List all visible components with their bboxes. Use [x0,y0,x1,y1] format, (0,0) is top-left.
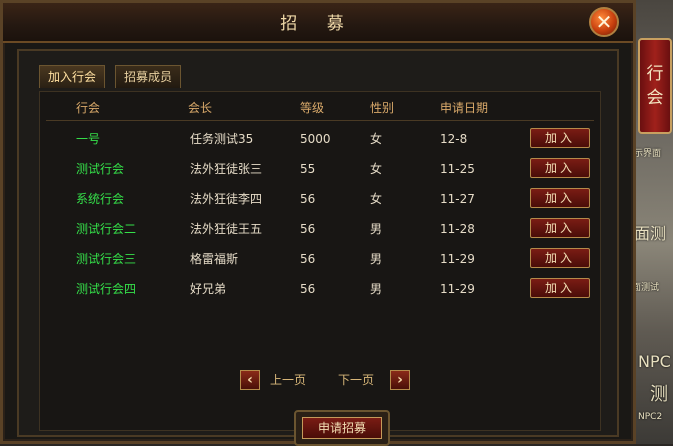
table-row: 测试行会二 法外狂徒王五 56 男 11-28 加入 [40,214,600,244]
scene-text-fragment: 面测试 [632,283,660,293]
tab-recruit-members[interactable]: 招募成员 [115,65,182,88]
leader-gender: 男 [370,282,383,296]
close-button[interactable]: ✕ [589,7,619,37]
guild-name: 一号 [76,132,101,146]
guild-name: 测试行会四 [76,282,137,296]
table-header: 行会 会长 等级 性别 申请日期 [40,98,600,118]
content-frame: 加入行会 招募成员 行会 会长 等级 性别 申请日期 一号 任务测试35 500… [17,49,619,446]
scene-text-fragment: 示界面 [634,149,662,159]
guild-level: 56 [300,222,316,236]
guild-level: 56 [300,192,316,206]
leader-gender: 女 [370,162,383,176]
table-row: 系统行会 法外狂徒李四 56 女 11-27 加入 [40,184,600,214]
leader-gender: 女 [370,132,383,146]
guild-name: 测试行会二 [76,222,137,236]
table-row: 测试行会三 格雷福斯 56 男 11-29 加入 [40,244,600,274]
scene-text-fragment: 面测 [634,224,667,243]
header-leader: 会长 [188,101,213,115]
leader-name: 格雷福斯 [190,252,239,266]
guild-level: 56 [300,282,316,296]
guild-name: 测试行会三 [76,252,137,266]
scene-text-fragment: 测 [650,384,668,405]
tab-join-guild[interactable]: 加入行会 [39,65,106,88]
npc-label: NPC [638,352,671,371]
header-gender: 性别 [370,101,395,115]
next-page-link[interactable]: 下一页 [338,370,374,390]
apply-recruit-button[interactable]: 申请招募 [302,417,382,439]
join-button[interactable]: 加入 [530,248,590,268]
recruit-window: 招 募 ✕ 加入行会 招募成员 行会 会长 等级 性别 申请日期 一号 任务测试… [0,0,636,446]
leader-name: 法外狂徒李四 [190,192,263,206]
apply-date: 12-8 [440,132,468,146]
guild-name: 测试行会 [76,162,125,176]
npc-label: NPC2 [638,412,663,422]
apply-date: 11-25 [440,162,475,176]
pagination: ‹ 上一页 下一页 › [40,370,600,394]
window-title: 招 募 [280,14,356,34]
prev-page-button[interactable]: ‹ [240,370,260,390]
header-divider [46,120,594,121]
title-bar[interactable]: 招 募 ✕ [3,3,633,43]
leader-name: 法外狂徒张三 [190,162,263,176]
table-row: 测试行会四 好兄弟 56 男 11-29 加入 [40,274,600,304]
leader-gender: 男 [370,222,383,236]
join-button[interactable]: 加入 [530,128,590,148]
header-guild: 行会 [76,101,101,115]
close-icon: ✕ [595,10,613,34]
apply-date: 11-29 [440,252,475,266]
join-button[interactable]: 加入 [530,158,590,178]
apply-date: 11-28 [440,222,475,236]
leader-name: 好兄弟 [190,282,227,296]
next-page-button[interactable]: › [390,370,410,390]
apply-date: 11-29 [440,282,475,296]
guild-list-panel: 行会 会长 等级 性别 申请日期 一号 任务测试35 5000 女 12-8 加… [39,91,601,446]
leader-name: 法外狂徒王五 [190,222,263,236]
leader-gender: 男 [370,252,383,266]
prev-page-link[interactable]: 上一页 [270,370,306,390]
apply-date: 11-27 [440,192,475,206]
table-row: 一号 任务测试35 5000 女 12-8 加入 [40,124,600,154]
guild-name: 系统行会 [76,192,125,206]
leader-gender: 女 [370,192,383,206]
join-button[interactable]: 加入 [530,278,590,298]
guild-level: 56 [300,252,316,266]
guild-level: 5000 [300,132,331,146]
chevron-right-icon: › [397,372,403,388]
guild-level: 55 [300,162,316,176]
apply-button-frame: 申请招募 [294,410,390,446]
chevron-left-icon: ‹ [247,372,253,388]
join-button[interactable]: 加入 [530,188,590,208]
guild-side-tab[interactable]: 行会 [638,38,672,134]
table-row: 测试行会 法外狂徒张三 55 女 11-25 加入 [40,154,600,184]
join-button[interactable]: 加入 [530,218,590,238]
header-level: 等级 [300,101,325,115]
header-apply-date: 申请日期 [440,101,489,115]
leader-name: 任务测试35 [190,132,254,146]
